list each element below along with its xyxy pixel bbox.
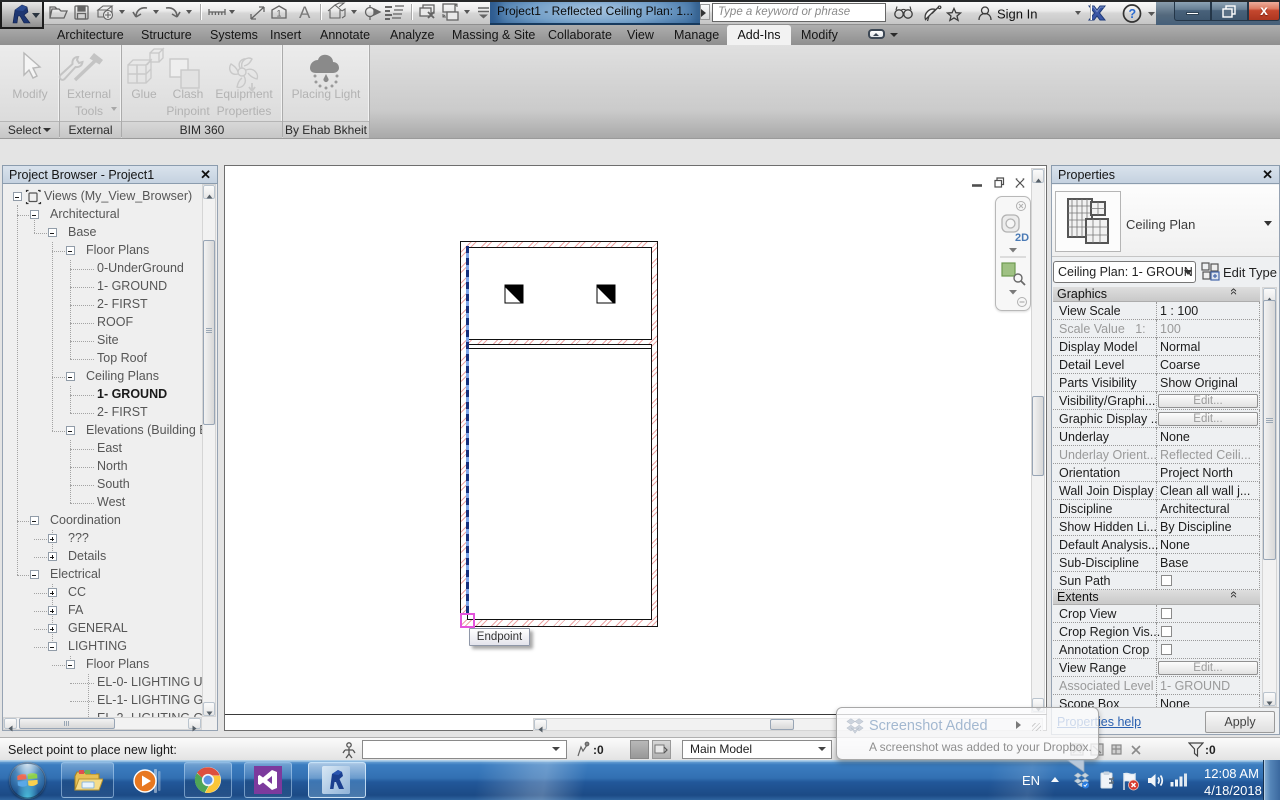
svg-text:1: 1 (277, 9, 282, 19)
svg-text:A: A (299, 3, 311, 22)
svg-text:?: ? (1129, 7, 1137, 21)
svg-text:2D: 2D (1015, 232, 1029, 244)
svg-text:Sign In: Sign In (997, 7, 1037, 22)
